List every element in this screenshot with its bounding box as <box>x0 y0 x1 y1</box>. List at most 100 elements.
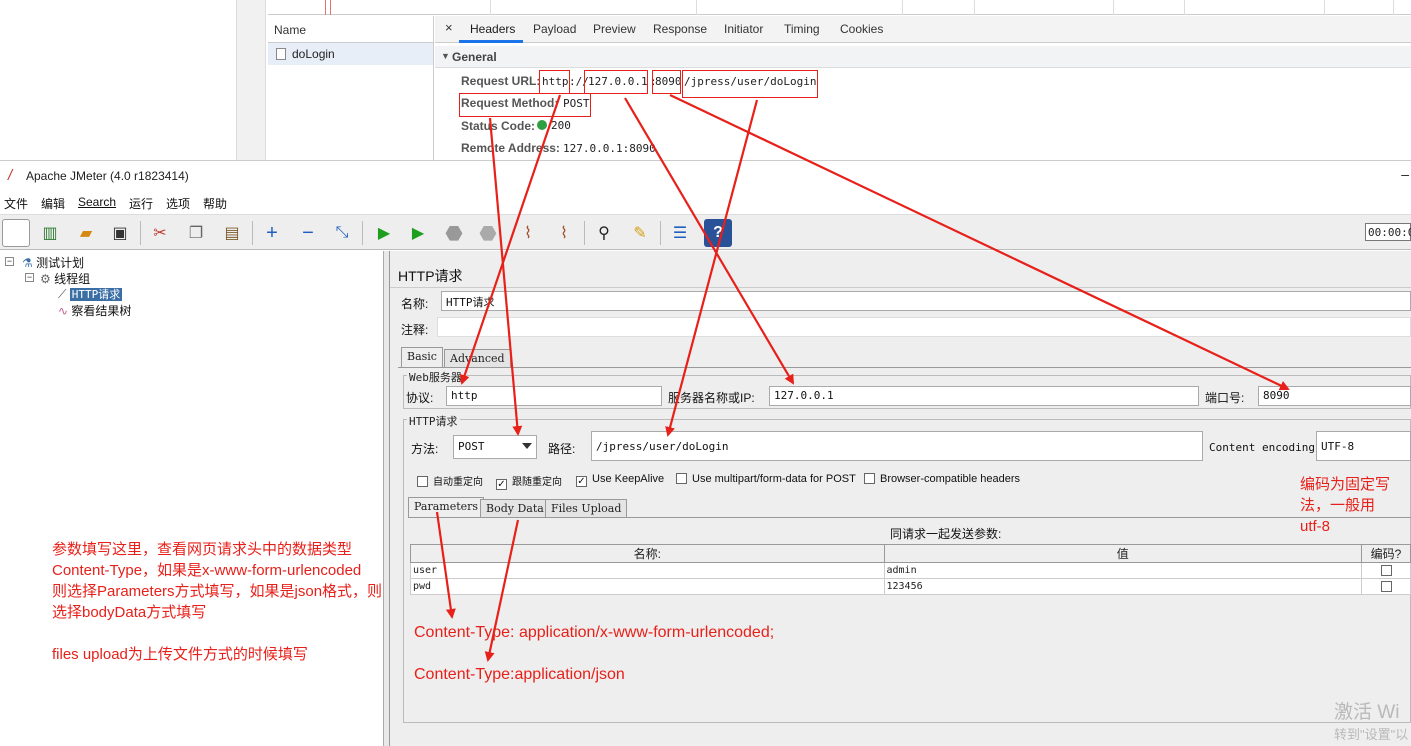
content-encoding-input[interactable]: UTF-8 <box>1316 431 1411 461</box>
method-label: 方法: <box>411 442 439 456</box>
search-icon[interactable]: ⚲ <box>590 219 618 247</box>
triangle-down-icon: ▼ <box>441 51 450 61</box>
minimize-icon[interactable]: – <box>1401 166 1409 182</box>
comment-input[interactable] <box>437 317 1411 337</box>
help-icon[interactable]: ? <box>704 219 732 247</box>
paste-icon[interactable]: ▤ <box>218 219 246 247</box>
name-input[interactable]: HTTP请求 <box>441 291 1411 311</box>
tab-payload[interactable]: Payload <box>533 22 576 36</box>
tab-response[interactable]: Response <box>653 22 707 36</box>
encode-checkbox[interactable] <box>1361 562 1411 579</box>
menu-options[interactable]: 选项 <box>166 195 190 212</box>
checkbox-keepalive[interactable]: ✓ Use KeepAlive <box>576 473 664 487</box>
collapse-box-icon[interactable]: − <box>5 257 14 266</box>
close-detail-icon[interactable]: × <box>445 20 453 35</box>
tab-initiator[interactable]: Initiator <box>724 22 763 36</box>
tab-headers[interactable]: Headers <box>470 22 515 36</box>
method-select[interactable]: POST <box>453 435 537 459</box>
param-name-cell[interactable]: pwd <box>410 578 885 595</box>
tab-preview[interactable]: Preview <box>593 22 636 36</box>
stop-icon[interactable]: ⬣ <box>440 219 468 247</box>
general-section-title: General <box>452 50 497 64</box>
document-icon <box>276 48 286 60</box>
annotation-left-line2: Content-Type，如果是x-www-form-urlencoded <box>52 562 362 579</box>
function-helper-icon[interactable]: ☰ <box>666 219 694 247</box>
http-request-legend: HTTP请求 <box>407 413 460 429</box>
menu-search[interactable]: Search <box>78 195 116 209</box>
highlight-method <box>459 93 591 117</box>
toggle-icon[interactable]: ⤡ <box>328 219 356 247</box>
reset-search-icon[interactable]: ✎ <box>626 219 654 247</box>
clear-icon[interactable]: ⌇ <box>514 219 542 247</box>
pipette-icon: ⟋ <box>58 287 67 301</box>
devtools-scrollbar[interactable] <box>236 0 266 160</box>
param-name-cell[interactable]: user <box>410 562 885 579</box>
param-value-cell[interactable]: admin <box>883 562 1363 579</box>
clear-all-icon[interactable]: ⌇ <box>550 219 578 247</box>
tab-basic[interactable]: Basic <box>401 347 443 367</box>
expand-icon[interactable]: + <box>258 219 286 247</box>
copy-icon[interactable]: ❐ <box>182 219 210 247</box>
column-header-value[interactable]: 值 <box>883 544 1363 563</box>
column-header-name[interactable]: 名称: <box>410 544 885 563</box>
status-code-label: Status Code: <box>461 119 536 133</box>
collapse-icon[interactable]: − <box>294 219 322 247</box>
checkmark-icon: ✓ <box>576 476 587 487</box>
checkbox-box <box>864 473 875 484</box>
status-code-value: 200 <box>537 119 571 132</box>
menu-file[interactable]: 文件 <box>4 195 28 212</box>
tree-node-http-request[interactable]: ⟋ HTTP请求 <box>58 286 123 302</box>
server-label: 服务器名称或IP: <box>668 391 755 405</box>
tab-timing[interactable]: Timing <box>784 22 820 36</box>
tab-cookies[interactable]: Cookies <box>840 22 883 36</box>
start-no-pause-icon[interactable]: ▶ <box>404 219 432 247</box>
name-column-header[interactable]: Name <box>268 16 434 43</box>
server-input[interactable]: 127.0.0.1 <box>769 386 1199 406</box>
checkbox-multipart[interactable]: Use multipart/form-data for POST <box>676 473 856 485</box>
params-caption: 同请求一起发送参数: <box>890 527 1002 541</box>
column-header-encode[interactable]: 编码? <box>1361 544 1411 563</box>
tree-node-thread-group[interactable]: ⚙ 线程组 <box>40 270 90 287</box>
checkbox-auto-redirect[interactable]: 自动重定向 <box>417 473 483 488</box>
tab-parameters[interactable]: Parameters <box>408 497 485 517</box>
path-input[interactable]: /jpress/user/doLogin <box>591 431 1203 461</box>
menubar: 文件 编辑 Search 运行 选项 帮助 <box>0 191 1411 213</box>
menu-edit[interactable]: 编辑 <box>41 195 65 212</box>
open-icon[interactable]: ▰ <box>72 219 100 247</box>
tree-node-test-plan[interactable]: ⚗ 测试计划 <box>22 254 84 271</box>
annotation-left-line6: files upload为上传文件方式的时候填写 <box>52 646 308 663</box>
tab-body-data[interactable]: Body Data <box>480 499 550 517</box>
table-row[interactable]: pwd 123456 <box>410 578 1411 595</box>
protocol-input[interactable]: http <box>446 386 662 406</box>
request-row-dologin[interactable]: doLogin <box>268 43 434 65</box>
menu-help[interactable]: 帮助 <box>203 195 227 212</box>
annotation-left-line4: 选择bodyData方式填写 <box>52 604 207 621</box>
annotation-right-line3: utf-8 <box>1300 518 1331 535</box>
remote-address-label: Remote Address: <box>461 141 560 155</box>
table-row[interactable]: user admin <box>410 562 1411 579</box>
templates-icon[interactable]: ▥ <box>36 219 64 247</box>
tree-node-result-tree[interactable]: ∿ 察看结果树 <box>58 302 131 319</box>
new-icon[interactable] <box>2 219 30 247</box>
name-label: 名称: <box>401 297 429 311</box>
checkmark-icon: ✓ <box>496 479 507 490</box>
collapse-box-icon[interactable]: − <box>25 273 34 282</box>
checkbox-browser-headers[interactable]: Browser-compatible headers <box>864 473 1020 485</box>
param-value-cell[interactable]: 123456 <box>883 578 1363 595</box>
request-list <box>268 65 434 160</box>
annotation-content-type-json: Content-Type:application/json <box>414 666 625 683</box>
tab-advanced[interactable]: Advanced <box>444 349 511 367</box>
request-url-label: Request URL: <box>461 74 541 88</box>
general-section-header[interactable]: ▼ General <box>435 46 1411 68</box>
request-name: doLogin <box>292 47 335 61</box>
encode-checkbox[interactable] <box>1361 578 1411 595</box>
tab-files-upload[interactable]: Files Upload <box>545 499 628 517</box>
window-title: Apache JMeter (4.0 r1823414) <box>26 169 189 183</box>
menu-run[interactable]: 运行 <box>129 195 153 212</box>
port-input[interactable]: 8090 <box>1258 386 1411 406</box>
save-icon[interactable]: ▣ <box>106 219 134 247</box>
start-icon[interactable]: ▶ <box>370 219 398 247</box>
cut-icon[interactable]: ✂ <box>146 219 174 247</box>
checkbox-follow-redirect[interactable]: ✓ 跟随重定向 <box>496 473 562 490</box>
shutdown-icon[interactable]: ⬣ <box>474 219 502 247</box>
